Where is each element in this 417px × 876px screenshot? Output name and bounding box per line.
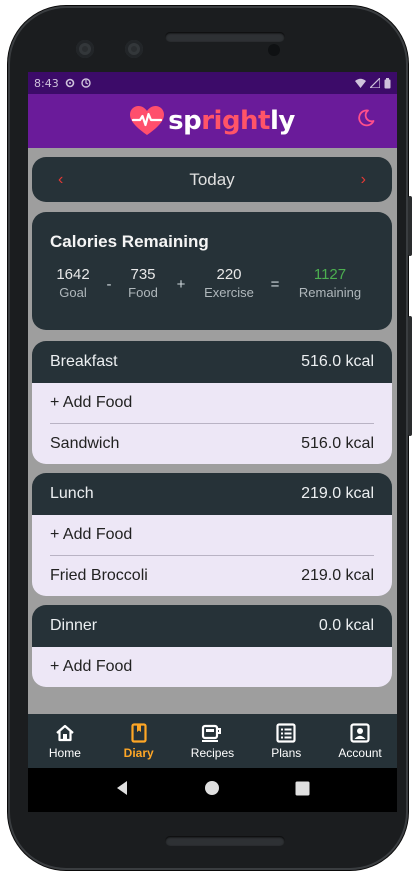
nav-account[interactable]: Account <box>325 722 395 760</box>
remaining-label: Remaining <box>298 285 362 300</box>
app-screen: 8:43 sprightly ‹ Today › Calories Remain… <box>28 72 397 812</box>
moon-icon <box>358 109 375 127</box>
meal-kcal: 516.0 kcal <box>301 353 374 370</box>
calories-remaining-title: Calories Remaining <box>50 232 209 251</box>
power-button <box>408 316 412 436</box>
plans-icon <box>276 722 296 744</box>
back-triangle-icon <box>117 781 128 795</box>
app-logo: sprightly <box>130 106 295 136</box>
wifi-icon <box>355 78 366 88</box>
app-logo-text: sprightly <box>168 106 295 136</box>
bottom-navigation: Home Diary Recipes Plans Account <box>28 714 397 768</box>
food-value: 735 <box>130 266 156 283</box>
calories-summary-card: Calories Remaining 1642 Goal - 735 Food … <box>32 212 392 330</box>
diary-icon <box>131 722 147 744</box>
meal-card-dinner: Dinner 0.0 kcal + Add Food <box>32 605 392 687</box>
meal-kcal: 0.0 kcal <box>318 617 374 634</box>
diary-content: ‹ Today › Calories Remaining 1642 Goal -… <box>28 148 397 714</box>
food-item-row[interactable]: Fried Broccoli 219.0 kcal <box>50 556 374 596</box>
battery-icon <box>384 77 391 88</box>
sync-notification-icon <box>81 78 91 88</box>
meal-body: + Add Food Fried Broccoli 219.0 kcal <box>32 515 392 596</box>
food-item-name: Fried Broccoli <box>50 567 148 584</box>
home-icon <box>55 722 75 744</box>
recents-square-icon <box>295 781 310 795</box>
food-label: Food <box>128 285 158 300</box>
recipes-icon <box>201 722 223 744</box>
status-bar: 8:43 <box>28 72 397 94</box>
nav-home-label: Home <box>48 746 81 760</box>
nav-home[interactable]: Home <box>30 722 100 760</box>
proximity-sensor <box>268 44 280 56</box>
previous-day-button[interactable]: ‹ <box>58 171 63 189</box>
add-food-button[interactable]: + Add Food <box>50 515 374 556</box>
logo-text-prefix: sp <box>168 106 202 136</box>
meal-name: Dinner <box>50 617 98 634</box>
front-camera-icon <box>76 40 94 58</box>
add-food-button[interactable]: + Add Food <box>50 647 374 687</box>
app-bar: sprightly <box>28 94 397 148</box>
nav-recipes-label: Recipes <box>190 746 235 760</box>
calorie-equation: 1642 Goal - 735 Food + 220 Exercise = 11… <box>50 266 374 300</box>
nav-plans[interactable]: Plans <box>251 722 321 760</box>
food-item-name: Sandwich <box>50 435 120 452</box>
minus-operator: - <box>106 276 112 293</box>
remaining-value: 1127 <box>313 266 347 283</box>
meal-body: + Add Food Sandwich 516.0 kcal <box>32 383 392 464</box>
meal-card-lunch: Lunch 219.0 kcal + Add Food Fried Brocco… <box>32 473 392 596</box>
nav-account-label: Account <box>338 746 382 760</box>
next-day-button[interactable]: › <box>361 171 366 189</box>
meal-header[interactable]: Breakfast 516.0 kcal <box>32 341 392 383</box>
top-speaker <box>165 32 285 42</box>
plus-operator: + <box>176 276 186 293</box>
exercise-column: 220 Exercise <box>198 266 260 300</box>
bottom-speaker <box>165 836 285 846</box>
date-navigator: ‹ Today › <box>32 157 392 202</box>
dark-mode-toggle[interactable] <box>357 108 375 132</box>
goal-label: Goal <box>59 285 87 300</box>
remaining-column: 1127 Remaining <box>290 266 370 300</box>
food-item-kcal: 219.0 kcal <box>301 567 374 584</box>
front-sensor-icon <box>125 40 143 58</box>
volume-button <box>408 196 412 256</box>
back-button[interactable] <box>115 780 129 800</box>
system-navigation-bar <box>28 768 397 812</box>
signal-icon <box>370 78 380 88</box>
meal-kcal: 219.0 kcal <box>301 485 374 502</box>
meal-header[interactable]: Lunch 219.0 kcal <box>32 473 392 515</box>
meal-name: Lunch <box>50 485 94 502</box>
home-circle-icon <box>204 781 219 795</box>
status-time: 8:43 <box>34 76 59 90</box>
nav-diary[interactable]: Diary <box>104 722 174 760</box>
nav-recipes[interactable]: Recipes <box>177 722 247 760</box>
meal-card-breakfast: Breakfast 516.0 kcal + Add Food Sandwich… <box>32 341 392 464</box>
food-item-row[interactable]: Sandwich 516.0 kcal <box>50 424 374 464</box>
nav-diary-label: Diary <box>123 746 154 760</box>
logo-text-accent: right <box>201 106 270 136</box>
meal-body: + Add Food <box>32 647 392 687</box>
home-system-button[interactable] <box>204 780 220 800</box>
exercise-value: 220 <box>216 266 242 283</box>
heart-pulse-icon <box>130 106 165 135</box>
equals-operator: = <box>270 276 280 293</box>
goal-value: 1642 <box>56 266 90 283</box>
nav-plans-label: Plans <box>271 746 302 760</box>
food-item-kcal: 516.0 kcal <box>301 435 374 452</box>
logo-text-suffix: ly <box>270 106 295 136</box>
food-column: 735 Food <box>122 266 164 300</box>
account-icon <box>350 722 370 744</box>
meal-name: Breakfast <box>50 353 118 370</box>
meal-header[interactable]: Dinner 0.0 kcal <box>32 605 392 647</box>
date-label[interactable]: Today <box>189 170 234 190</box>
goal-column: 1642 Goal <box>50 266 96 300</box>
add-food-button[interactable]: + Add Food <box>50 383 374 424</box>
recents-button[interactable] <box>295 781 310 800</box>
settings-notification-icon <box>65 78 75 88</box>
exercise-label: Exercise <box>204 285 254 300</box>
